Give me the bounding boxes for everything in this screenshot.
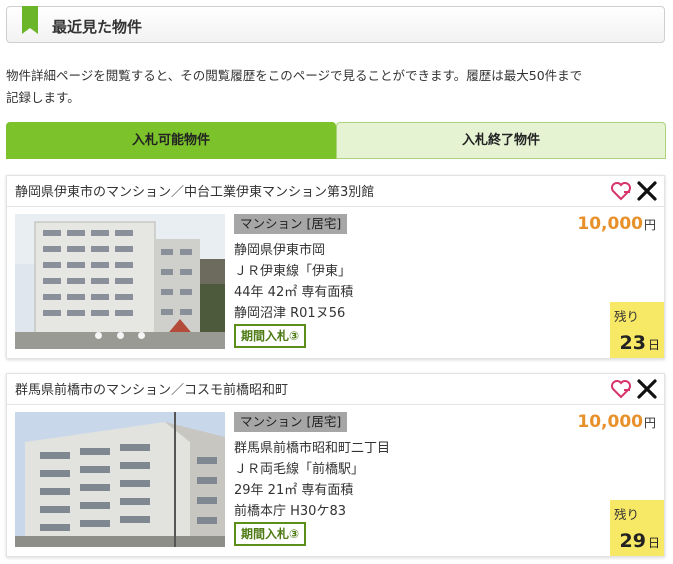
property-station: ＪＲ伊東線「伊東」 xyxy=(234,264,352,279)
remaining-days: 23 日 xyxy=(620,332,660,354)
property-type-badge: マンション [居宅] xyxy=(234,412,348,432)
tab-biddable[interactable]: 入札可能物件 xyxy=(6,122,336,159)
property-type-badge: マンション [居宅] xyxy=(234,214,348,234)
price: 10,000円 xyxy=(577,214,656,234)
intro-text: 物件詳細ページを閲覧すると、その閲覧履歴をこのページで見ることができます。履歴は… xyxy=(6,65,666,109)
section-header: 最近見た物件 xyxy=(6,6,665,43)
favorite-heart-icon[interactable] xyxy=(610,379,632,399)
property-size: 44年 42㎡ 専有面積 xyxy=(234,285,354,300)
page-title: 最近見た物件 xyxy=(52,18,143,36)
remaining-days-value: 23 xyxy=(619,332,646,354)
price-value: 10,000 xyxy=(577,412,643,432)
property-address: 静岡県伊東市岡 xyxy=(234,243,326,258)
property-photo[interactable] xyxy=(15,214,225,349)
bookmark-flag-icon xyxy=(22,6,38,34)
carousel-dot[interactable] xyxy=(137,332,145,339)
property-info: 静岡県伊東市岡 ＪＲ伊東線「伊東」 44年 42㎡ 専有面積 静岡沼津 R01ヌ… xyxy=(234,240,353,324)
listing-card[interactable]: 群馬県前橋市のマンション／コスモ前橋昭和町 マンション [居宅] 群馬県前橋市昭… xyxy=(6,373,665,557)
price-value: 10,000 xyxy=(577,214,643,234)
price: 10,000円 xyxy=(577,412,656,432)
remaining-days-unit: 日 xyxy=(647,338,660,352)
property-case-number: 前橋本庁 H30ケ83 xyxy=(234,504,346,519)
tab-closed[interactable]: 入札終了物件 xyxy=(336,122,666,159)
remaining-days-box: 残り 29 日 xyxy=(610,500,664,556)
property-info: 群馬県前橋市昭和町二丁目 ＪＲ両毛線「前橋駅」 29年 21㎡ 専有面積 前橋本… xyxy=(234,438,390,522)
property-size: 29年 21㎡ 専有面積 xyxy=(234,483,354,498)
remaining-days-value: 29 xyxy=(619,530,646,552)
remaining-label: 残り xyxy=(614,507,640,522)
period-bid-badge: 期間入札③ xyxy=(234,324,307,348)
close-icon[interactable] xyxy=(636,180,658,202)
remaining-label: 残り xyxy=(614,309,640,324)
remaining-days: 29 日 xyxy=(620,530,660,552)
property-address: 群馬県前橋市昭和町二丁目 xyxy=(234,441,391,456)
property-station: ＪＲ両毛線「前橋駅」 xyxy=(234,462,365,477)
price-unit: 円 xyxy=(643,416,656,430)
close-icon[interactable] xyxy=(636,378,658,400)
property-case-number: 静岡沼津 R01ヌ56 xyxy=(234,306,346,321)
carousel-dot[interactable] xyxy=(116,332,124,339)
carousel-dot[interactable] xyxy=(95,332,103,339)
intro-line-2: 記録します。 xyxy=(6,90,80,105)
listing-title[interactable]: 静岡県伊東市のマンション／中台工業伊東マンション第3別館 xyxy=(7,176,664,207)
remaining-days-unit: 日 xyxy=(647,536,660,550)
tab-bar: 入札可能物件 入札終了物件 xyxy=(6,122,666,159)
remaining-days-box: 残り 23 日 xyxy=(610,302,664,358)
listing-title[interactable]: 群馬県前橋市のマンション／コスモ前橋昭和町 xyxy=(7,374,664,405)
property-photo[interactable] xyxy=(15,412,225,547)
listing-card[interactable]: 静岡県伊東市のマンション／中台工業伊東マンション第3別館 マンション [居宅] … xyxy=(6,175,665,359)
price-unit: 円 xyxy=(643,218,656,232)
period-bid-badge: 期間入札③ xyxy=(234,522,307,546)
favorite-heart-icon[interactable] xyxy=(610,181,632,201)
carousel-dots[interactable] xyxy=(15,328,225,343)
intro-line-1: 物件詳細ページを閲覧すると、その閲覧履歴をこのページで見ることができます。履歴は… xyxy=(6,68,583,83)
